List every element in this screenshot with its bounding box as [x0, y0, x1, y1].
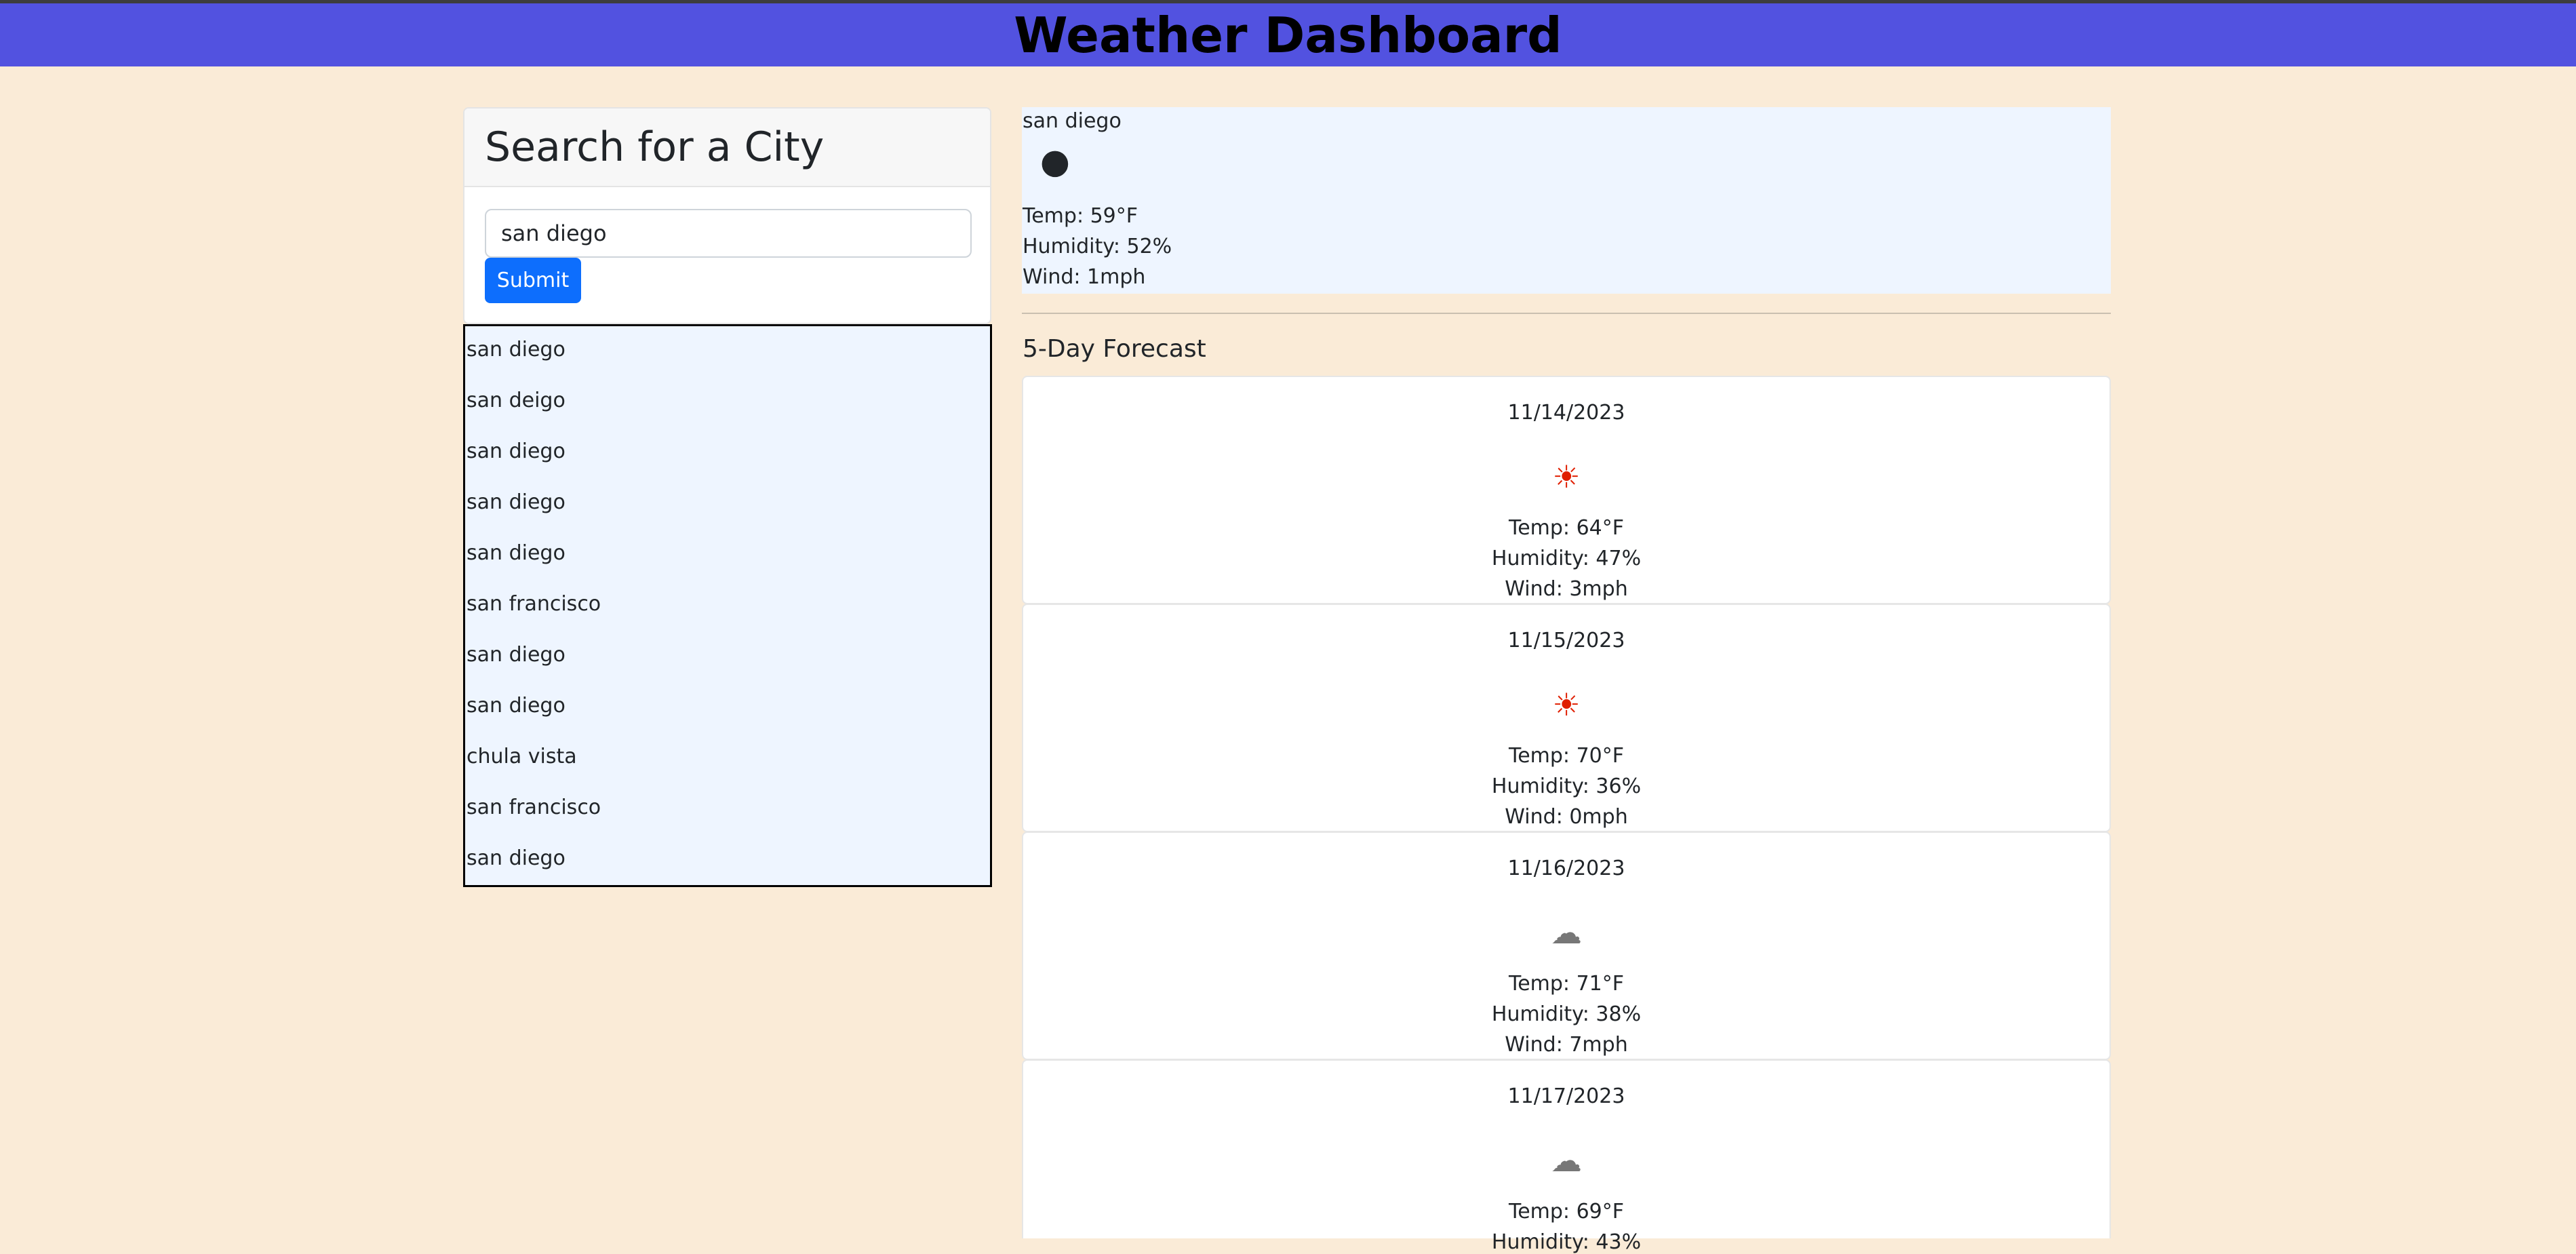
- page-title: Weather Dashboard: [1014, 6, 1562, 64]
- search-card-header: Search for a City: [464, 109, 990, 187]
- current-weather-panel: san diego 🌑 Temp: 59°F Humidity: 52% Win…: [1022, 107, 2111, 294]
- forecast-title: 5-Day Forecast: [1023, 335, 1206, 363]
- forecast-wind: Wind: 7mph: [1505, 1033, 1628, 1057]
- forecast-card: 11/14/2023 ☀ Temp: 64°F Humidity: 47% Wi…: [1022, 376, 2111, 604]
- cloud-icon: ☁: [1551, 914, 1582, 951]
- history-item[interactable]: san diego: [467, 848, 566, 869]
- history-item[interactable]: san diego: [467, 696, 566, 716]
- search-card: Search for a City Submit: [463, 107, 991, 324]
- current-temp: Temp: 59°F: [1023, 204, 1138, 228]
- submit-button[interactable]: Submit: [485, 258, 581, 303]
- history-item[interactable]: san francisco: [467, 798, 601, 818]
- forecast-humidity: Humidity: 36%: [1491, 775, 1642, 798]
- search-history-list: san diego san deigo san diego san diego …: [463, 324, 992, 887]
- section-divider: [1022, 313, 2111, 314]
- history-item[interactable]: san diego: [467, 442, 566, 462]
- forecast-humidity: Humidity: 47%: [1491, 547, 1642, 570]
- forecast-temp: Temp: 64°F: [1508, 516, 1625, 540]
- history-item[interactable]: san deigo: [467, 391, 566, 411]
- forecast-temp: Temp: 70°F: [1508, 744, 1625, 768]
- forecast-wind: Wind: 3mph: [1505, 577, 1628, 601]
- forecast-wind: Wind: 0mph: [1505, 805, 1628, 829]
- forecast-card: 11/15/2023 ☀ Temp: 70°F Humidity: 36% Wi…: [1022, 604, 2111, 832]
- cloud-icon: ☁: [1551, 1142, 1582, 1179]
- sun-icon: ☀: [1552, 686, 1581, 723]
- forecast-temp: Temp: 71°F: [1508, 972, 1625, 996]
- city-search-input[interactable]: [485, 209, 972, 258]
- history-item[interactable]: san diego: [467, 543, 566, 564]
- current-city-name: san diego: [1023, 109, 1122, 133]
- forecast-date: 11/17/2023: [1507, 1084, 1625, 1108]
- forecast-temp: Temp: 69°F: [1508, 1200, 1625, 1223]
- current-wind: Wind: 1mph: [1023, 265, 1146, 289]
- history-item[interactable]: chula vista: [467, 747, 577, 767]
- history-item[interactable]: san diego: [467, 492, 566, 513]
- forecast-card: 11/16/2023 ☁ Temp: 71°F Humidity: 38% Wi…: [1022, 831, 2111, 1060]
- forecast-date: 11/16/2023: [1507, 857, 1625, 880]
- history-item[interactable]: san diego: [467, 340, 566, 360]
- forecast-date: 11/15/2023: [1507, 629, 1625, 652]
- forecast-humidity: Humidity: 43%: [1491, 1230, 1642, 1254]
- forecast-humidity: Humidity: 38%: [1491, 1002, 1642, 1026]
- forecast-card: 11/17/2023 ☁ Temp: 69°F Humidity: 43%: [1022, 1059, 2111, 1253]
- history-item[interactable]: san diego: [467, 645, 566, 665]
- forecast-date: 11/14/2023: [1507, 401, 1625, 425]
- current-humidity: Humidity: 52%: [1023, 235, 1172, 258]
- page-header: Weather Dashboard: [0, 3, 2576, 66]
- history-item[interactable]: san francisco: [467, 594, 601, 614]
- search-title: Search for a City: [485, 123, 825, 171]
- sun-icon: ☀: [1552, 458, 1581, 495]
- moon-clouds-icon: 🌑: [1039, 148, 1071, 182]
